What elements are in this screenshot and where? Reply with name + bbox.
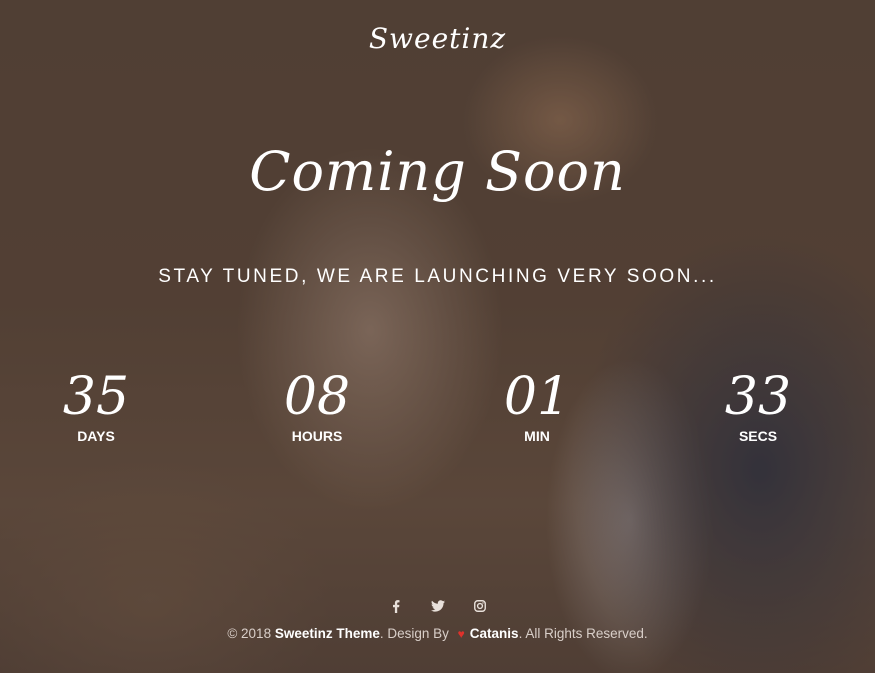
page-background: Sweetinz Coming Soon STAY TUNED, WE ARE … bbox=[0, 0, 875, 673]
countdown-timer: 35 DAYS 08 HOURS 01 MIN 33 SECS bbox=[0, 368, 875, 458]
design-by-text: . Design By bbox=[379, 626, 449, 641]
countdown-days-label: DAYS bbox=[77, 428, 115, 444]
countdown-minutes-label: MIN bbox=[524, 428, 550, 444]
site-logo[interactable]: Sweetinz bbox=[0, 22, 875, 55]
countdown-days-value: 35 bbox=[62, 367, 130, 427]
countdown-hours-value: 08 bbox=[283, 367, 351, 427]
instagram-icon[interactable] bbox=[472, 598, 488, 614]
twitter-icon[interactable] bbox=[430, 598, 446, 614]
countdown-days: 35 DAYS bbox=[16, 368, 176, 444]
countdown-seconds-value: 33 bbox=[724, 367, 792, 427]
countdown-minutes: 01 MIN bbox=[457, 368, 617, 444]
heart-icon: ♥ bbox=[457, 627, 465, 641]
tagline: STAY TUNED, WE ARE LAUNCHING VERY SOON..… bbox=[158, 266, 717, 287]
countdown-hours-label: HOURS bbox=[291, 428, 343, 444]
countdown-seconds-label: SECS bbox=[738, 428, 778, 444]
rights-text: . All Rights Reserved. bbox=[518, 626, 648, 641]
facebook-icon[interactable] bbox=[388, 598, 404, 614]
countdown-minutes-value: 01 bbox=[503, 367, 571, 427]
author-name[interactable]: Catanis bbox=[470, 626, 519, 641]
social-links bbox=[0, 598, 875, 614]
copyright-year: © 2018 bbox=[227, 626, 272, 641]
countdown-hours: 08 HOURS bbox=[237, 368, 397, 444]
coming-soon-content: Sweetinz Coming Soon STAY TUNED, WE ARE … bbox=[0, 0, 875, 673]
countdown-seconds: 33 SECS bbox=[678, 368, 838, 444]
theme-name[interactable]: Sweetinz Theme bbox=[275, 626, 380, 641]
page-title: Coming Soon bbox=[249, 140, 626, 203]
footer-copyright: © 2018 Sweetinz Theme. Design By ♥ Catani… bbox=[0, 626, 875, 641]
